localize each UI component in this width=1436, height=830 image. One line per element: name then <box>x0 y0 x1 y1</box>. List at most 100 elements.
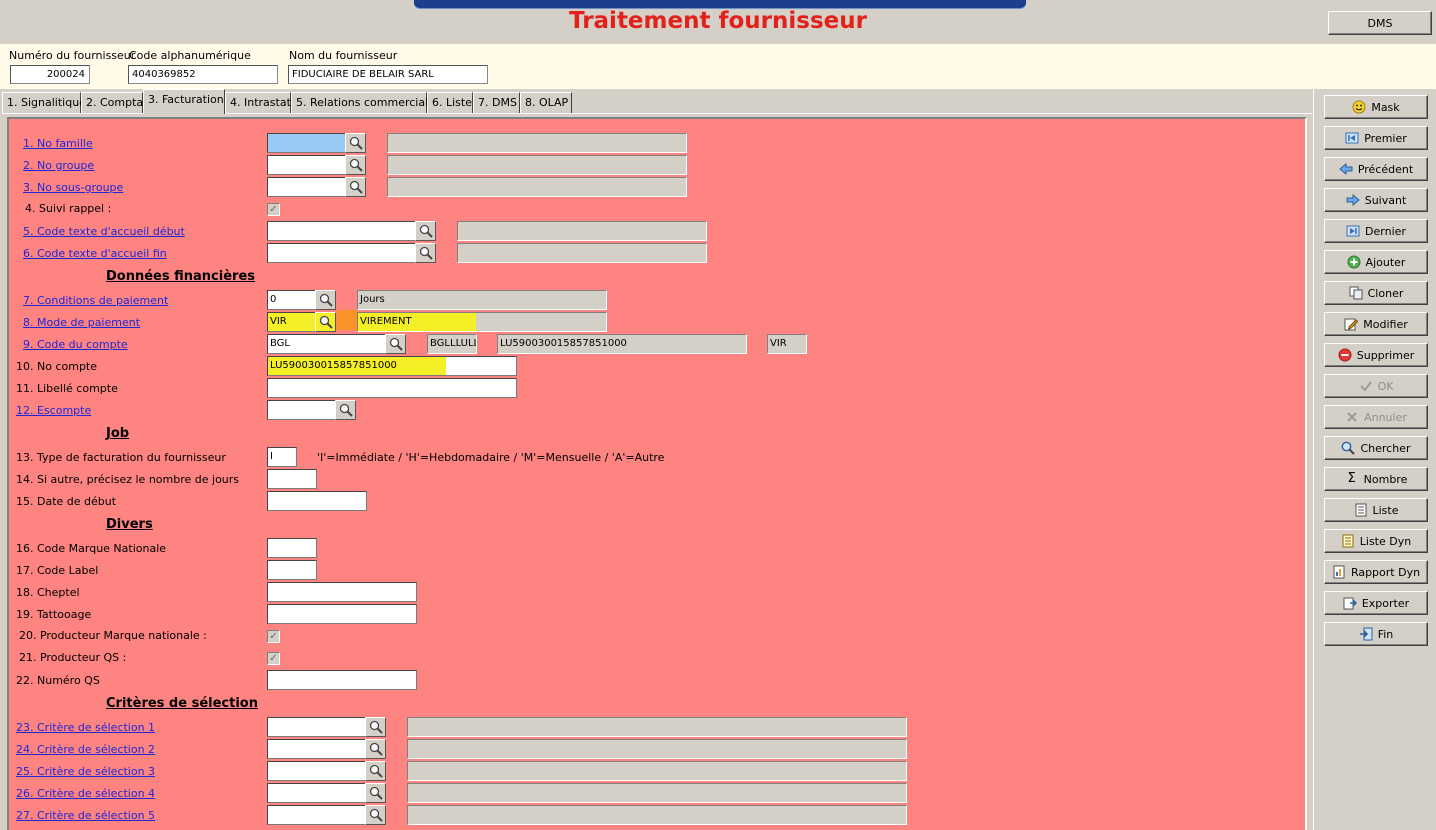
no-famille-label[interactable]: 1. No famille <box>23 137 93 150</box>
tab-olap[interactable]: 8. OLAP <box>520 92 572 113</box>
code-texte-debut-label[interactable]: 5. Code texte d'accueil début <box>23 225 185 238</box>
alphanumeric-code-field[interactable]: 4040369852 <box>128 65 278 84</box>
section-job: Job <box>106 426 130 441</box>
add-icon <box>1347 255 1361 269</box>
supplier-number-field[interactable]: 200024 <box>10 65 90 84</box>
supprimer-button[interactable]: Supprimer <box>1324 343 1428 367</box>
code-texte-fin-field[interactable] <box>267 243 417 263</box>
no-groupe-lookup-button[interactable] <box>345 155 366 175</box>
tab-facturation[interactable]: 3. Facturation <box>143 89 225 114</box>
no-famille-lookup-button[interactable] <box>345 133 366 153</box>
no-compte-label: 10. No compte <box>16 360 98 373</box>
critere-4-field[interactable] <box>267 783 367 803</box>
mask-button[interactable]: Mask <box>1324 95 1428 119</box>
supplier-name-field[interactable]: FIDUCIAIRE DE BELAIR SARL <box>288 65 488 84</box>
critere-2-label[interactable]: 24. Critère de sélection 2 <box>16 743 155 756</box>
no-groupe-description <box>387 155 687 175</box>
code-compte-label[interactable]: 9. Code du compte <box>23 338 128 351</box>
code-compte-field[interactable]: BGL <box>267 334 387 354</box>
chercher-button[interactable]: Chercher <box>1324 436 1428 460</box>
critere-3-label[interactable]: 25. Critère de sélection 3 <box>16 765 155 778</box>
critere-3-description <box>407 761 907 781</box>
critere-5-field[interactable] <box>267 805 367 825</box>
si-autre-field[interactable] <box>267 469 317 489</box>
conditions-paiement-field[interactable]: 0 <box>267 290 317 310</box>
code-compte-lookup-button[interactable] <box>385 334 406 354</box>
type-facturation-field[interactable]: I <box>267 447 297 467</box>
first-icon <box>1345 131 1359 145</box>
precedent-button[interactable]: Précédent <box>1324 157 1428 181</box>
escompte-label[interactable]: 12. Escompte <box>16 404 91 417</box>
critere-4-lookup-button[interactable] <box>365 783 386 803</box>
tab-intrastat[interactable]: 4. Intrastat <box>225 92 291 113</box>
tab-dms[interactable]: 7. DMS <box>473 92 520 113</box>
critere-5-lookup-button[interactable] <box>365 805 386 825</box>
critere-2-field[interactable] <box>267 739 367 759</box>
cheptel-field[interactable] <box>267 582 417 602</box>
cheptel-label: 18. Cheptel <box>16 586 80 599</box>
code-label-field[interactable] <box>267 560 317 580</box>
no-groupe-label[interactable]: 2. No groupe <box>23 159 94 172</box>
conditions-paiement-label[interactable]: 7. Conditions de paiement <box>23 294 168 307</box>
mode-paiement-field[interactable]: VIR <box>267 312 317 332</box>
critere-5-label[interactable]: 27. Critère de sélection 5 <box>16 809 155 822</box>
liste-dyn-button[interactable]: Liste Dyn <box>1324 529 1428 553</box>
escompte-lookup-button[interactable] <box>335 400 356 420</box>
exporter-button[interactable]: Exporter <box>1324 591 1428 615</box>
suivi-rappel-checkbox[interactable]: ✓ <box>267 203 280 216</box>
code-texte-debut-lookup-button[interactable] <box>415 221 436 241</box>
critere-2-lookup-button[interactable] <box>365 739 386 759</box>
modifier-button[interactable]: Modifier <box>1324 312 1428 336</box>
ajouter-button[interactable]: Ajouter <box>1324 250 1428 274</box>
rapport-dyn-button[interactable]: Rapport Dyn <box>1324 560 1428 584</box>
liste-button[interactable]: Liste <box>1324 498 1428 522</box>
cloner-button[interactable]: Cloner <box>1324 281 1428 305</box>
previous-icon <box>1339 162 1353 176</box>
critere-1-field[interactable] <box>267 717 367 737</box>
no-sous-groupe-field[interactable] <box>267 177 347 197</box>
code-texte-debut-field[interactable] <box>267 221 417 241</box>
tattooage-field[interactable] <box>267 604 417 624</box>
critere-1-label[interactable]: 23. Critère de sélection 1 <box>16 721 155 734</box>
producteur-marque-checkbox[interactable]: ✓ <box>267 630 280 643</box>
tab-relations-commerciales[interactable]: 5. Relations commerciales <box>291 92 441 113</box>
tab-signalitique[interactable]: 1. Signalitique <box>2 92 86 113</box>
fin-button[interactable]: Fin <box>1324 622 1428 646</box>
search-icon <box>319 293 333 307</box>
premier-button[interactable]: Premier <box>1324 126 1428 150</box>
numero-qs-field[interactable] <box>267 670 417 690</box>
critere-3-field[interactable] <box>267 761 367 781</box>
no-sous-groupe-label[interactable]: 3. No sous-groupe <box>23 181 123 194</box>
no-compte-field[interactable]: LU590030015857851000 <box>267 356 517 376</box>
critere-3-lookup-button[interactable] <box>365 761 386 781</box>
producteur-qs-checkbox[interactable]: ✓ <box>267 652 280 665</box>
mode-paiement-lookup-button[interactable] <box>315 312 336 332</box>
code-compte-bic: BGLLLULL <box>427 334 477 354</box>
dernier-button[interactable]: Dernier <box>1324 219 1428 243</box>
ok-button-label: OK <box>1377 379 1394 393</box>
libelle-compte-field[interactable] <box>267 378 517 398</box>
no-famille-field[interactable] <box>267 133 347 153</box>
annuler-button[interactable]: Annuler <box>1324 405 1428 429</box>
dms-button[interactable]: DMS <box>1328 11 1432 35</box>
code-marque-field[interactable] <box>267 538 317 558</box>
critere-4-label[interactable]: 26. Critère de sélection 4 <box>16 787 155 800</box>
code-texte-fin-label[interactable]: 6. Code texte d'accueil fin <box>23 247 167 260</box>
conditions-paiement-lookup-button[interactable] <box>315 290 336 310</box>
conditions-paiement-description: Jours <box>357 290 607 310</box>
escompte-field[interactable] <box>267 400 337 420</box>
code-texte-fin-lookup-button[interactable] <box>415 243 436 263</box>
tab-compta[interactable]: 2. Compta <box>81 92 143 113</box>
suivant-button[interactable]: Suivant <box>1324 188 1428 212</box>
type-facturation-label: 13. Type de facturation du fournisseur <box>16 451 226 464</box>
date-debut-field[interactable] <box>267 491 367 511</box>
no-groupe-field[interactable] <box>267 155 347 175</box>
tab-liste[interactable]: 6. Liste <box>427 92 473 113</box>
no-sous-groupe-lookup-button[interactable] <box>345 177 366 197</box>
suivant-button-label: Suivant <box>1364 193 1407 207</box>
ok-button[interactable]: OK <box>1324 374 1428 398</box>
critere-1-lookup-button[interactable] <box>365 717 386 737</box>
mode-paiement-label[interactable]: 8. Mode de paiement <box>23 316 140 329</box>
clone-icon <box>1349 286 1363 300</box>
nombre-button[interactable]: Σ Nombre <box>1324 467 1428 491</box>
